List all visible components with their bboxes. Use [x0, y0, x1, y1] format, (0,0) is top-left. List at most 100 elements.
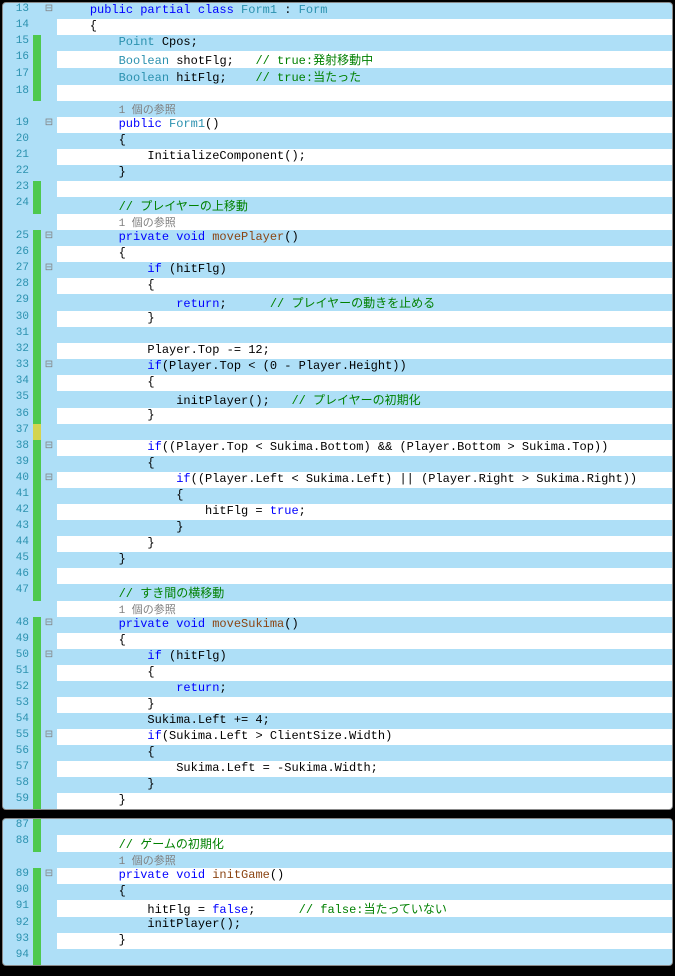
- code-text[interactable]: {: [57, 133, 672, 149]
- code-text[interactable]: [57, 568, 672, 584]
- code-text[interactable]: private void moveSukima(): [57, 617, 672, 633]
- code-line[interactable]: 1 個の参照: [3, 101, 672, 117]
- code-line[interactable]: 31: [3, 327, 672, 343]
- code-text[interactable]: [57, 327, 672, 343]
- code-text[interactable]: {: [57, 884, 672, 900]
- code-text[interactable]: [57, 424, 672, 440]
- code-text[interactable]: {: [57, 246, 672, 262]
- code-line[interactable]: 41 {: [3, 488, 672, 504]
- code-line[interactable]: 16 Boolean shotFlg; // true:発射移動中: [3, 51, 672, 68]
- code-text[interactable]: // ゲームの初期化: [57, 835, 672, 852]
- code-line[interactable]: 52 return;: [3, 681, 672, 697]
- code-line[interactable]: 29 return; // プレイヤーの動きを止める: [3, 294, 672, 311]
- code-text[interactable]: // すき間の横移動: [57, 584, 672, 601]
- code-line[interactable]: 87: [3, 819, 672, 835]
- code-line[interactable]: 40⊟ if((Player.Left < Sukima.Left) || (P…: [3, 472, 672, 488]
- code-line[interactable]: 90 {: [3, 884, 672, 900]
- code-line[interactable]: 56 {: [3, 745, 672, 761]
- fold-icon[interactable]: ⊟: [41, 440, 57, 456]
- code-text[interactable]: if(Sukima.Left > ClientSize.Width): [57, 729, 672, 745]
- fold-icon[interactable]: ⊟: [41, 868, 57, 884]
- code-text[interactable]: public Form1(): [57, 117, 672, 133]
- code-text[interactable]: {: [57, 633, 672, 649]
- code-line[interactable]: 43 }: [3, 520, 672, 536]
- code-text[interactable]: Boolean shotFlg; // true:発射移動中: [57, 51, 672, 68]
- code-text[interactable]: Player.Top -= 12;: [57, 343, 672, 359]
- code-line[interactable]: 45 }: [3, 552, 672, 568]
- code-line[interactable]: 1 個の参照: [3, 601, 672, 617]
- code-line[interactable]: 27⊟ if (hitFlg): [3, 262, 672, 278]
- code-text[interactable]: {: [57, 456, 672, 472]
- code-text[interactable]: }: [57, 536, 672, 552]
- code-line[interactable]: 47 // すき間の横移動: [3, 584, 672, 601]
- fold-icon[interactable]: ⊟: [41, 359, 57, 375]
- fold-icon[interactable]: ⊟: [41, 3, 57, 19]
- code-line[interactable]: 23: [3, 181, 672, 197]
- code-line[interactable]: 39 {: [3, 456, 672, 472]
- code-line[interactable]: 33⊟ if(Player.Top < (0 - Player.Height)): [3, 359, 672, 375]
- code-content-2[interactable]: 8788 // ゲームの初期化 1 個の参照89⊟ private void i…: [3, 819, 672, 965]
- code-text[interactable]: 1 個の参照: [57, 214, 672, 230]
- code-line[interactable]: 28 {: [3, 278, 672, 294]
- code-text[interactable]: [57, 85, 672, 101]
- code-line[interactable]: 37: [3, 424, 672, 440]
- code-line[interactable]: 46: [3, 568, 672, 584]
- code-text[interactable]: }: [57, 777, 672, 793]
- code-text[interactable]: }: [57, 552, 672, 568]
- code-text[interactable]: }: [57, 165, 672, 181]
- code-text[interactable]: initPlayer(); // プレイヤーの初期化: [57, 391, 672, 408]
- code-content-1[interactable]: 13⊟ public partial class Form1 : Form14 …: [3, 3, 672, 809]
- code-text[interactable]: [57, 949, 672, 965]
- code-text[interactable]: if(Player.Top < (0 - Player.Height)): [57, 359, 672, 375]
- code-text[interactable]: private void initGame(): [57, 868, 672, 884]
- code-line[interactable]: 93 }: [3, 933, 672, 949]
- code-text[interactable]: }: [57, 933, 672, 949]
- code-line[interactable]: 17 Boolean hitFlg; // true:当たった: [3, 68, 672, 85]
- code-text[interactable]: return; // プレイヤーの動きを止める: [57, 294, 672, 311]
- code-text[interactable]: private void movePlayer(): [57, 230, 672, 246]
- code-line[interactable]: 51 {: [3, 665, 672, 681]
- code-text[interactable]: if((Player.Left < Sukima.Left) || (Playe…: [57, 472, 672, 488]
- code-line[interactable]: 91 hitFlg = false; // false:当たっていない: [3, 900, 672, 917]
- code-text[interactable]: InitializeComponent();: [57, 149, 672, 165]
- code-line[interactable]: 53 }: [3, 697, 672, 713]
- code-line[interactable]: 21 InitializeComponent();: [3, 149, 672, 165]
- code-line[interactable]: 88 // ゲームの初期化: [3, 835, 672, 852]
- code-text[interactable]: }: [57, 520, 672, 536]
- code-text[interactable]: {: [57, 665, 672, 681]
- code-editor-panel-1[interactable]: 13⊟ public partial class Form1 : Form14 …: [2, 2, 673, 810]
- code-text[interactable]: Sukima.Left = -Sukima.Width;: [57, 761, 672, 777]
- code-text[interactable]: hitFlg = false; // false:当たっていない: [57, 900, 672, 917]
- code-text[interactable]: return;: [57, 681, 672, 697]
- code-text[interactable]: [57, 181, 672, 197]
- code-text[interactable]: public partial class Form1 : Form: [57, 3, 672, 19]
- code-line[interactable]: 20 {: [3, 133, 672, 149]
- code-line[interactable]: 24 // プレイヤーの上移動: [3, 197, 672, 214]
- code-line[interactable]: 54 Sukima.Left += 4;: [3, 713, 672, 729]
- fold-icon[interactable]: ⊟: [41, 472, 57, 488]
- code-line[interactable]: 49 {: [3, 633, 672, 649]
- code-line[interactable]: 55⊟ if(Sukima.Left > ClientSize.Width): [3, 729, 672, 745]
- code-line[interactable]: 1 個の参照: [3, 214, 672, 230]
- code-line[interactable]: 59 }: [3, 793, 672, 809]
- code-line[interactable]: 44 }: [3, 536, 672, 552]
- code-line[interactable]: 1 個の参照: [3, 852, 672, 868]
- fold-icon[interactable]: ⊟: [41, 117, 57, 133]
- code-text[interactable]: [57, 819, 672, 835]
- code-line[interactable]: 35 initPlayer(); // プレイヤーの初期化: [3, 391, 672, 408]
- code-line[interactable]: 94: [3, 949, 672, 965]
- code-text[interactable]: if (hitFlg): [57, 649, 672, 665]
- code-line[interactable]: 34 {: [3, 375, 672, 391]
- code-line[interactable]: 19⊟ public Form1(): [3, 117, 672, 133]
- code-line[interactable]: 30 }: [3, 311, 672, 327]
- code-line[interactable]: 58 }: [3, 777, 672, 793]
- code-text[interactable]: }: [57, 793, 672, 809]
- code-text[interactable]: if((Player.Top < Sukima.Bottom) && (Play…: [57, 440, 672, 456]
- fold-icon[interactable]: ⊟: [41, 729, 57, 745]
- code-editor-panel-2[interactable]: 8788 // ゲームの初期化 1 個の参照89⊟ private void i…: [2, 818, 673, 966]
- code-line[interactable]: 14 {: [3, 19, 672, 35]
- code-text[interactable]: }: [57, 408, 672, 424]
- code-line[interactable]: 92 initPlayer();: [3, 917, 672, 933]
- code-text[interactable]: {: [57, 745, 672, 761]
- code-text[interactable]: 1 個の参照: [57, 601, 672, 617]
